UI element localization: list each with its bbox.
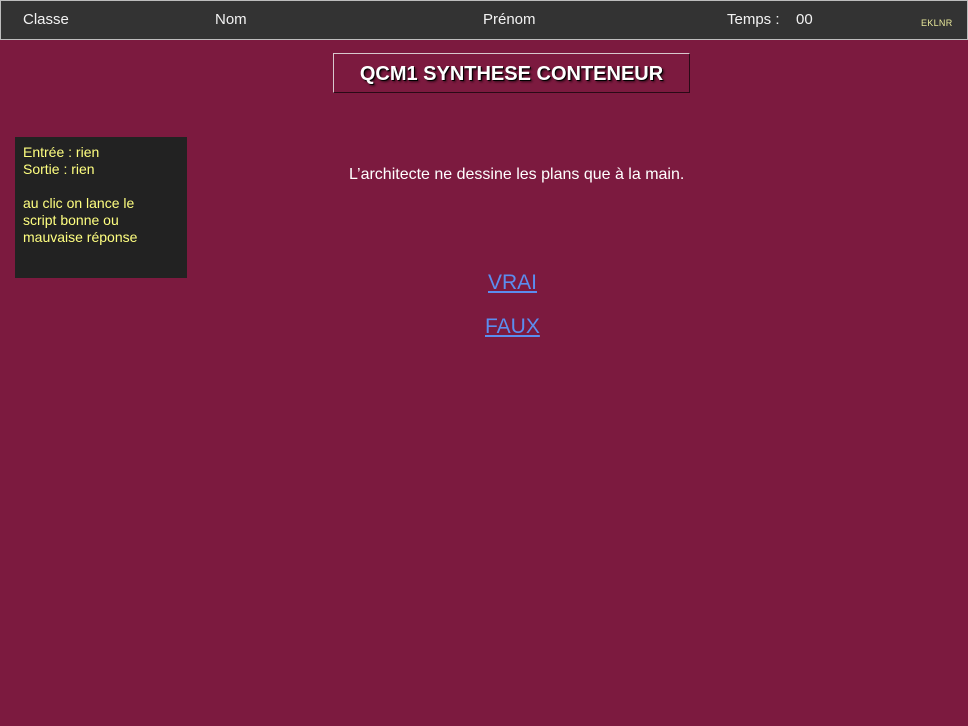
note-description-line: mauvaise réponse (23, 229, 138, 245)
temps-value: 00 (796, 11, 813, 28)
session-code: EKLNR (921, 18, 953, 28)
note-input-line: Entrée : rien (23, 144, 100, 160)
prenom-label: Prénom (483, 11, 536, 28)
note-description-line: script bonne ou (23, 212, 119, 228)
script-note-panel: Entrée : rien Sortie : rien au clic on l… (15, 137, 187, 278)
top-bar: Classe Nom Prénom Temps : 00 EKLNR (0, 0, 968, 40)
nom-label: Nom (215, 11, 247, 28)
question-text: L’architecte ne dessine les plans que à … (349, 166, 685, 183)
note-description-line: au clic on lance le (23, 195, 135, 211)
note-output-line: Sortie : rien (23, 161, 95, 177)
page-title: QCM1 SYNTHESE CONTENEUR (333, 53, 690, 93)
answer-true-link[interactable]: VRAI (488, 271, 537, 295)
temps-label: Temps : (727, 11, 780, 28)
note-spacer (23, 178, 179, 195)
answer-false-link[interactable]: FAUX (485, 315, 540, 339)
classe-label: Classe (23, 11, 69, 28)
